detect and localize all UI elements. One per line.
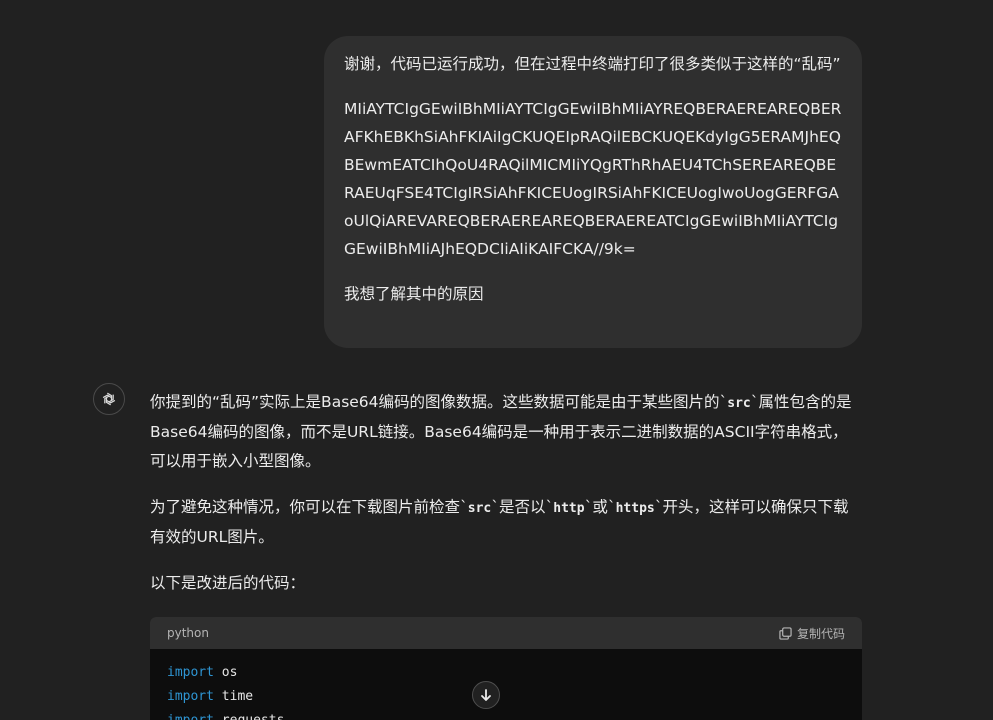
inline-code: src [727, 396, 751, 411]
base64-text: MIiAYTCIgGEwiIBhMIiAYTCIgGEwiIBhMIiAYREQ… [344, 100, 842, 258]
code-language-label: python [167, 626, 209, 640]
code-line: import time [167, 689, 254, 704]
inline-code: src [467, 501, 492, 516]
code-line: import requests [167, 709, 845, 720]
user-message-text: 谢谢，代码已运行成功，但在过程中终端打印了很多类似于这样的“乱码” [344, 55, 841, 73]
inline-code: https [615, 501, 655, 516]
openai-logo-icon [102, 392, 116, 406]
assistant-message: 你提到的“乱码”实际上是Base64编码的图像数据。这些数据可能是由于某些图片的… [150, 388, 862, 615]
assistant-paragraph-3: 以下是改进后的代码： [150, 574, 306, 592]
code-block: python 复制代码 import os import time import… [150, 617, 862, 720]
scroll-to-bottom-button[interactable] [472, 681, 500, 709]
copy-code-label: 复制代码 [796, 626, 845, 641]
copy-icon [779, 626, 792, 640]
chat-page: 谢谢，代码已运行成功，但在过程中终端打印了很多类似于这样的“乱码” MIiAYT… [0, 0, 993, 720]
assistant-paragraph-2: 为了避免这种情况，你可以在下载图片前检查`src`是否以`http`或`http… [150, 498, 849, 546]
user-message-bubble: 谢谢，代码已运行成功，但在过程中终端打印了很多类似于这样的“乱码” MIiAYT… [324, 36, 862, 348]
assistant-paragraph-1: 你提到的“乱码”实际上是Base64编码的图像数据。这些数据可能是由于某些图片的… [150, 393, 852, 470]
assistant-avatar [93, 383, 125, 415]
user-message-question: 我想了解其中的原因 [344, 285, 484, 303]
code-body: import os import time import requests [150, 649, 862, 720]
code-block-header: python 复制代码 [150, 617, 862, 649]
code-line: import os [167, 665, 238, 680]
inline-code: http [553, 501, 585, 516]
arrow-down-icon [481, 689, 491, 701]
copy-code-button[interactable]: 复制代码 [779, 625, 845, 642]
